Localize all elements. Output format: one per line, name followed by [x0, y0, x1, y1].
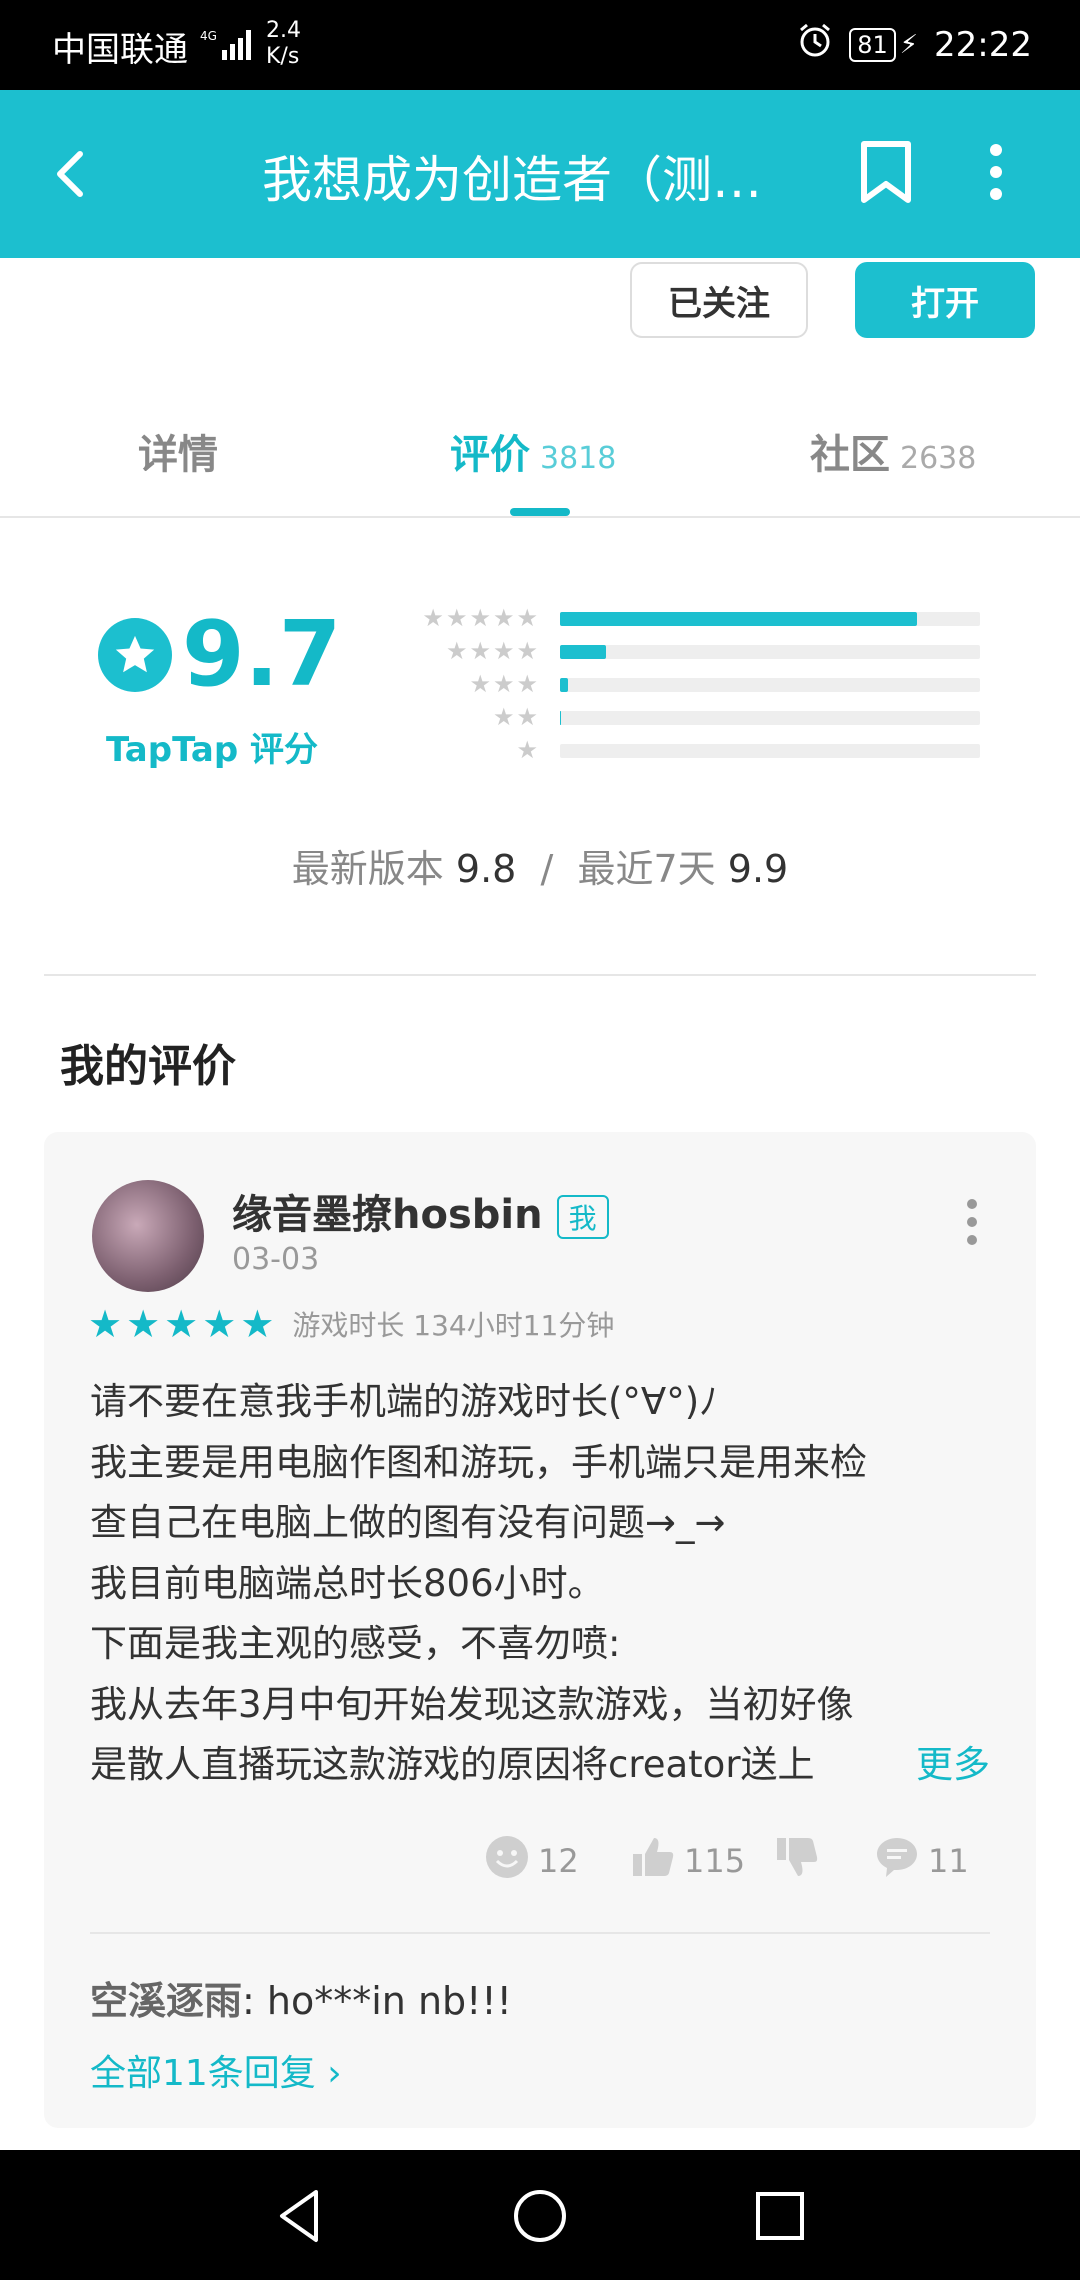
score-value: 9.7	[182, 602, 342, 707]
bookmark-icon[interactable]	[850, 136, 922, 208]
rating-bar-fill	[560, 645, 607, 659]
signal-icon: 4G	[200, 26, 260, 66]
back-arrow-icon[interactable]	[40, 138, 112, 210]
reply-preview[interactable]: 空溪逐雨: ho***in nb!!!	[90, 1970, 512, 2025]
nav-recents-icon[interactable]	[748, 2184, 812, 2248]
more-vertical-icon[interactable]	[960, 136, 1032, 208]
me-badge: 我	[556, 1195, 609, 1239]
follow-button[interactable]: 已关注	[630, 262, 808, 338]
star-icon: ★	[202, 1302, 237, 1346]
rating-bar-4: ★★★★	[400, 637, 990, 670]
carrier-name: 中国联通	[52, 30, 188, 70]
tab-details[interactable]: 详情	[138, 422, 218, 480]
all-replies-link[interactable]: 全部11条回复 ›	[90, 2044, 342, 2096]
system-nav-bar	[0, 2150, 1080, 2280]
tab-bar: 详情 评价 3818 社区 2638	[0, 400, 1080, 518]
battery-level: 81	[849, 27, 896, 62]
rating-bar-5: ★★★★★	[400, 604, 990, 637]
comment-icon	[874, 1834, 920, 1888]
rating-bar-stars: ★★★	[469, 670, 540, 698]
funny-button[interactable]: 12	[484, 1834, 579, 1888]
rating-bar-1: ★	[400, 736, 990, 769]
tab-community[interactable]: 社区 2638	[810, 422, 976, 480]
rating-bar-stars: ★★★★★	[422, 604, 540, 632]
charging-icon: ⚡	[899, 29, 919, 60]
my-review-title: 我的评价	[60, 1041, 236, 1092]
review-stats: 12 115 11	[44, 1834, 1036, 1894]
avatar[interactable]	[92, 1180, 204, 1292]
action-bar: 已关注 打开	[0, 262, 1080, 342]
star-icon: ★	[126, 1302, 161, 1346]
nav-home-icon[interactable]	[508, 2184, 572, 2248]
review-date: 03-03	[232, 1242, 320, 1277]
expand-more-link[interactable]: 更多	[916, 1735, 990, 1796]
tab-reviews-count: 3818	[540, 441, 617, 476]
star-icon: ★	[240, 1302, 275, 1346]
reviewer-name[interactable]: 缘音墨撩hosbin 我	[232, 1182, 609, 1240]
like-button[interactable]: 115	[630, 1834, 745, 1888]
page-title: 我想成为创造者（测…	[262, 151, 762, 209]
rating-bar-stars: ★	[516, 736, 540, 764]
battery-indicator: 81 ⚡	[849, 27, 919, 62]
star-icon	[98, 618, 172, 692]
review-text[interactable]: 请不要在意我手机端的游戏时长(°∀°)ﾉ 我主要是用电脑作图和游玩，手机端只是用…	[90, 1372, 990, 1796]
star-icon: ★	[164, 1302, 199, 1346]
rating-bar-2: ★★	[400, 703, 990, 736]
nav-back-icon[interactable]	[268, 2184, 332, 2248]
tab-indicator	[510, 508, 570, 516]
smiley-icon	[484, 1834, 530, 1888]
playtime: 游戏时长 134小时11分钟	[292, 1309, 615, 1342]
tab-reviews[interactable]: 评价 3818	[450, 422, 616, 480]
review-more-icon[interactable]	[952, 1192, 992, 1252]
review-card[interactable]: 缘音墨撩hosbin 我 03-03 ★ ★ ★ ★ ★ 游戏时长 134小时11分钟 请…	[44, 1132, 1036, 2128]
rating-bar-3: ★★★	[400, 670, 990, 703]
comment-button[interactable]: 11	[874, 1834, 969, 1888]
rating-bar-fill	[560, 678, 569, 692]
net-speed: 2.4 K/s	[266, 18, 301, 69]
app-bar: 我想成为创造者（测…	[0, 90, 1080, 258]
svg-text:4G: 4G	[200, 29, 217, 43]
rating-bar-stars: ★★★★	[445, 637, 540, 665]
status-bar: 中国联通 4G 2.4 K/s 81 ⚡ 22:22	[0, 0, 1080, 90]
thumbs-up-icon	[630, 1834, 676, 1888]
version-scores: 最新版本 9.8 / 最近7天 9.9	[291, 847, 789, 891]
rating-bar-fill	[560, 711, 562, 725]
dislike-button[interactable]	[774, 1834, 820, 1888]
section-divider	[44, 974, 1036, 976]
rating-bar-fill	[560, 612, 917, 626]
tab-community-count: 2638	[900, 441, 977, 476]
alarm-icon	[797, 22, 833, 67]
rating-distribution: ★★★★★ ★★★★ ★★★ ★★ ★	[400, 604, 990, 769]
rating-bar-stars: ★★	[492, 703, 540, 731]
card-divider	[90, 1932, 990, 1934]
thumbs-down-icon	[774, 1834, 820, 1888]
star-icon: ★	[88, 1302, 123, 1346]
review-stars: ★ ★ ★ ★ ★ 游戏时长 134小时11分钟	[88, 1304, 614, 1344]
open-button[interactable]: 打开	[855, 262, 1035, 338]
reply-user[interactable]: 空溪逐雨	[90, 1979, 242, 2023]
score-label: TapTap 评分	[106, 730, 319, 770]
overall-score: 9.7	[98, 610, 341, 700]
clock: 22:22	[934, 24, 1032, 65]
